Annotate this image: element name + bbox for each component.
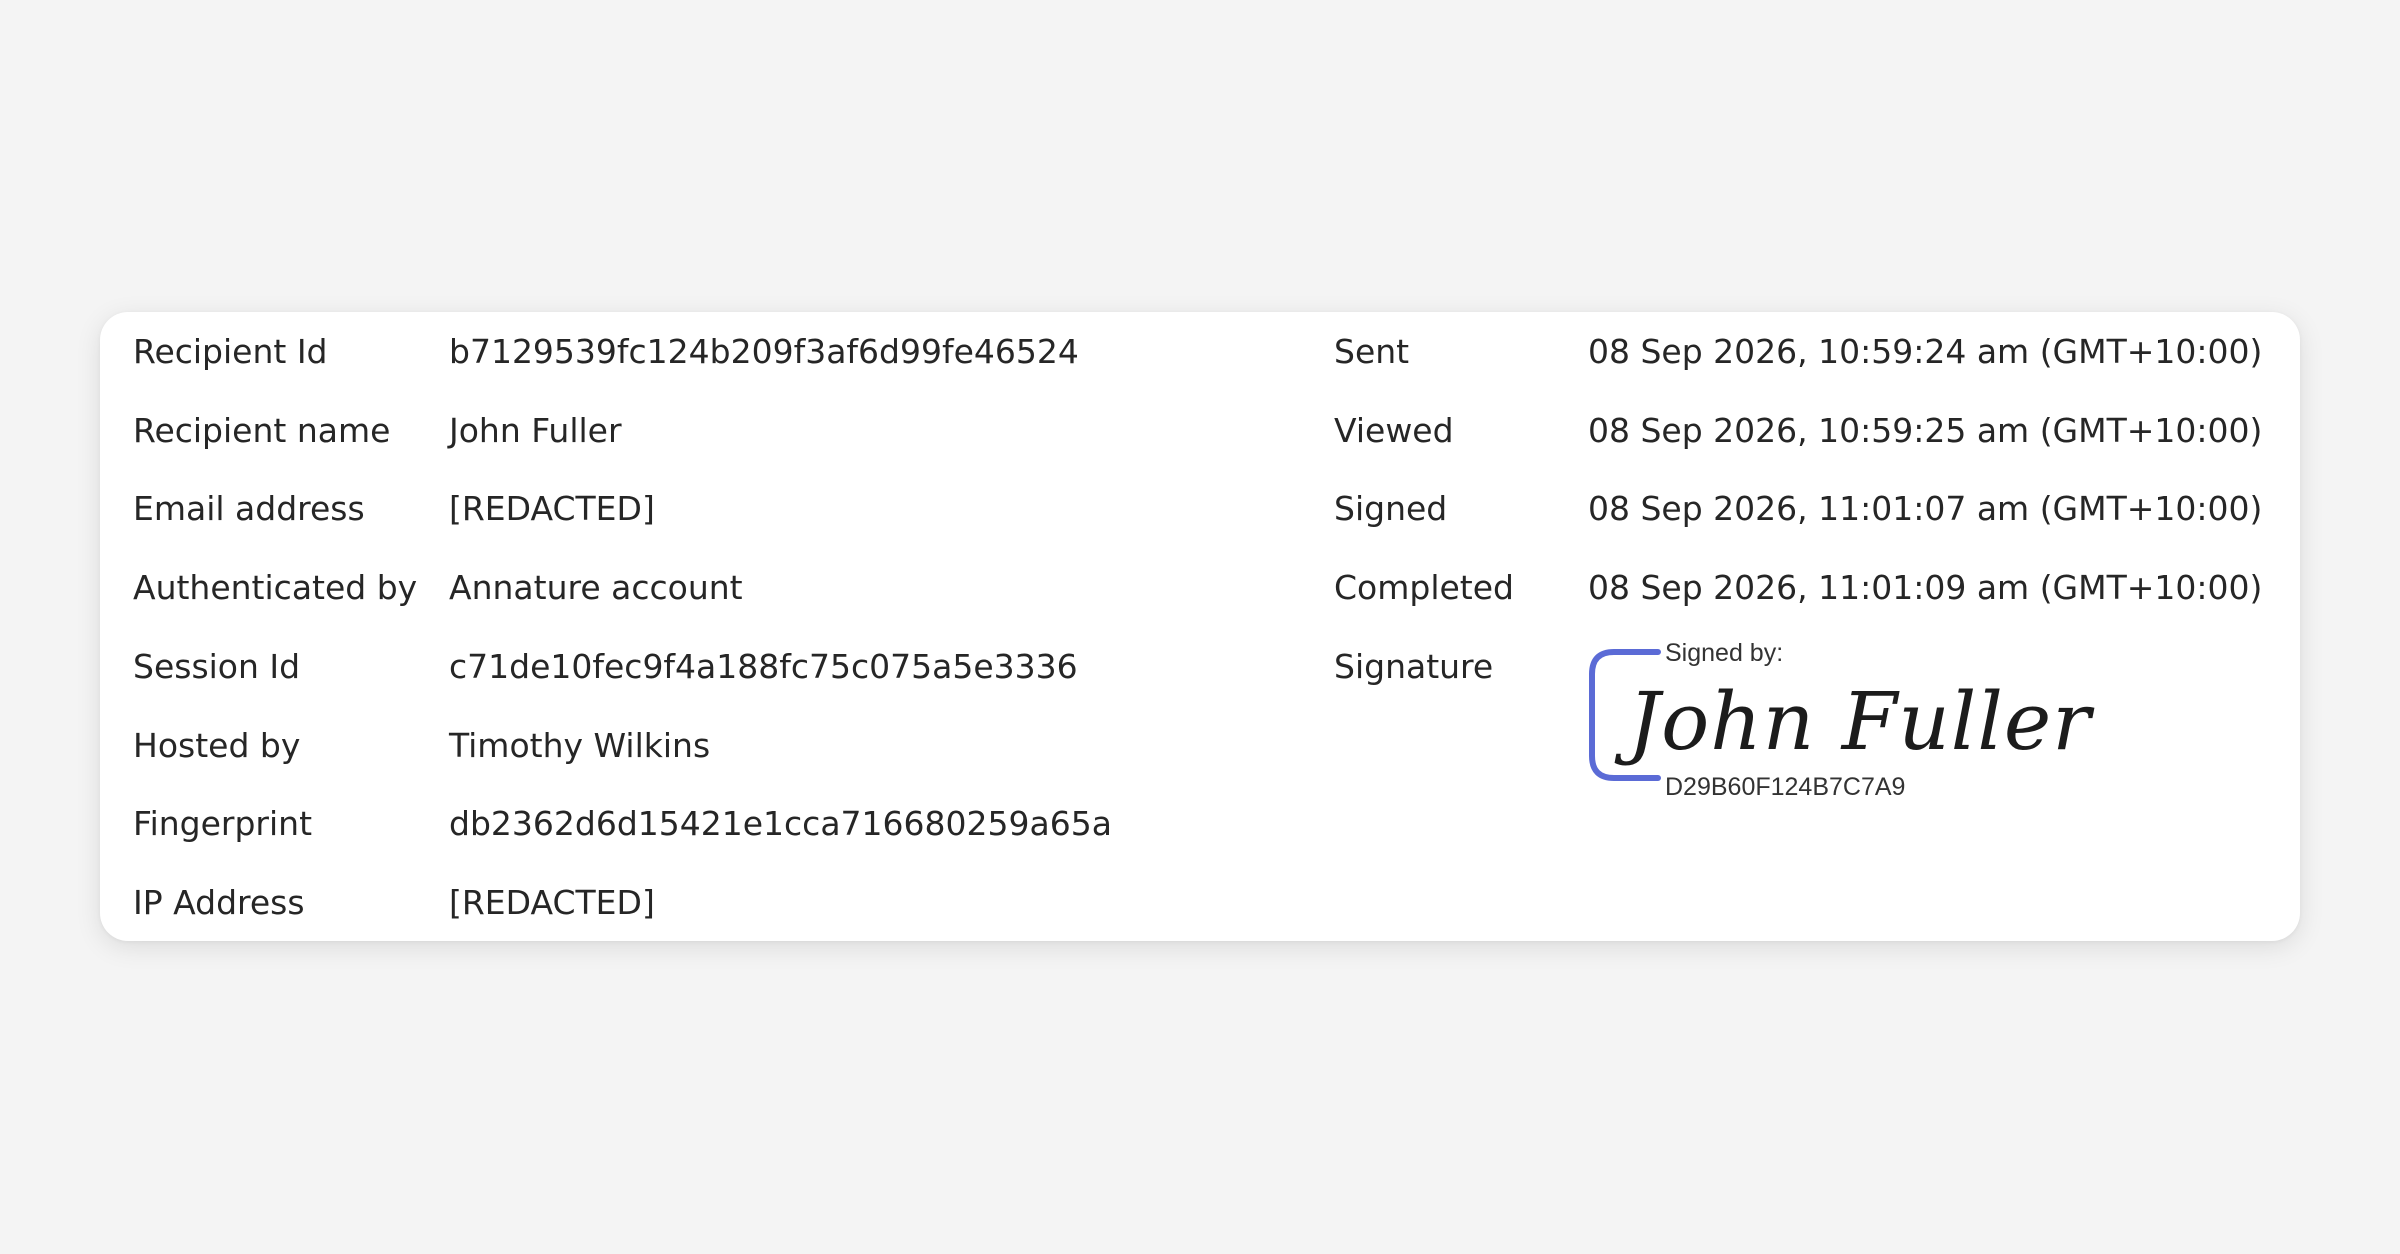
viewed-value: 08 Sep 2026, 10:59:25 am (GMT+10:00) [1588, 411, 2263, 450]
viewed-label: Viewed [1334, 411, 1454, 450]
ip-address-label: IP Address [133, 883, 305, 922]
fingerprint-value: db2362d6d15421e1cca716680259a65a [449, 804, 1112, 843]
sent-label: Sent [1334, 332, 1410, 371]
recipient-id-value: b7129539fc124b209f3af6d99fe46524 [449, 332, 1079, 371]
signed-value: 08 Sep 2026, 11:01:07 am (GMT+10:00) [1588, 489, 2263, 528]
session-id-value: c71de10fec9f4a188fc75c075a5e3336 [449, 647, 1078, 686]
recipient-name-value: John Fuller [449, 411, 622, 450]
completed-label: Completed [1334, 568, 1514, 607]
ip-address-value: [REDACTED] [449, 883, 655, 922]
email-address-value: [REDACTED] [449, 489, 655, 528]
audit-trail-card: Recipient Id b7129539fc124b209f3af6d99fe… [100, 312, 2300, 941]
hosted-by-value: Timothy Wilkins [449, 726, 711, 765]
session-id-label: Session Id [133, 647, 301, 686]
recipient-id-label: Recipient Id [133, 332, 328, 371]
recipient-name-label: Recipient name [133, 411, 391, 450]
fingerprint-label: Fingerprint [133, 804, 313, 843]
authenticated-by-label: Authenticated by [133, 568, 418, 607]
signature-label: Signature [1334, 647, 1494, 686]
sent-value: 08 Sep 2026, 10:59:24 am (GMT+10:00) [1588, 332, 2263, 371]
email-address-label: Email address [133, 489, 365, 528]
completed-value: 08 Sep 2026, 11:01:09 am (GMT+10:00) [1588, 568, 2263, 607]
signature-stamp: Signed by: John Fuller D29B60F124B7C7A9 [1588, 638, 2091, 808]
signature-id: D29B60F124B7C7A9 [1665, 773, 1906, 801]
hosted-by-label: Hosted by [133, 726, 301, 765]
signature-name: John Fuller [1628, 675, 2092, 768]
authenticated-by-value: Annature account [449, 568, 743, 607]
signed-label: Signed [1334, 489, 1448, 528]
signed-by-caption: Signed by: [1665, 639, 1784, 667]
